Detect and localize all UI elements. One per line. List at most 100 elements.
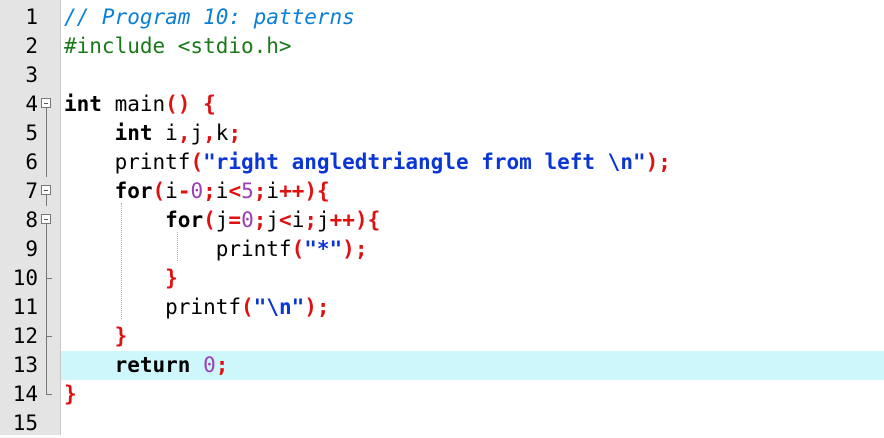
code-text[interactable]: printf("\n"); xyxy=(64,293,330,322)
code-token: = xyxy=(228,208,242,232)
fold-line-marker xyxy=(41,322,53,351)
line-number: 2 xyxy=(25,34,38,58)
code-token: ; xyxy=(228,121,242,145)
code-token: ( xyxy=(241,295,254,319)
code-token: for xyxy=(165,208,204,232)
line-number: 5 xyxy=(25,121,38,145)
code-token: i xyxy=(215,179,229,203)
code-token: j xyxy=(266,208,280,232)
code-text[interactable]: // Program 10: patterns xyxy=(64,3,355,32)
fold-line-marker xyxy=(41,119,53,148)
code-text[interactable]: int main() { xyxy=(64,90,216,119)
line-number: 8 xyxy=(25,208,38,232)
code-line[interactable]: 12 } xyxy=(0,322,884,351)
code-token: ( xyxy=(152,179,166,203)
code-text[interactable]: for(i-0;i<5;i++){ xyxy=(64,177,330,206)
code-text[interactable]: printf("right angledtriangle from left \… xyxy=(64,148,671,177)
code-token: 0 xyxy=(190,179,204,203)
code-token: ( xyxy=(190,150,204,174)
code-token: for xyxy=(114,179,153,203)
code-token: j xyxy=(215,208,229,232)
fold-line-marker xyxy=(41,3,53,32)
code-token: ); xyxy=(304,295,330,319)
code-text[interactable]: return 0; xyxy=(64,351,229,380)
code-text[interactable]: } xyxy=(64,322,128,351)
code-token: - xyxy=(177,179,191,203)
code-token: ); xyxy=(342,237,368,261)
fold-line-marker xyxy=(41,235,53,264)
line-number: 12 xyxy=(12,324,38,348)
code-token: i xyxy=(165,179,178,203)
code-line[interactable]: 3 xyxy=(0,61,884,90)
code-text[interactable]: printf("*"); xyxy=(64,235,368,264)
code-token: "*" xyxy=(304,237,343,261)
code-editor[interactable]: 1 // Program 10: patterns 2 #include <stdio… xyxy=(0,0,884,435)
line-number: 14 xyxy=(12,382,38,406)
code-token: printf xyxy=(64,150,191,174)
code-text[interactable]: } xyxy=(64,380,77,409)
fold-line-marker xyxy=(41,293,53,322)
code-line[interactable]: 14} xyxy=(0,380,884,409)
indent-guide xyxy=(177,232,178,261)
code-line[interactable]: 1 // Program 10: patterns xyxy=(0,3,884,32)
indent-guide xyxy=(121,203,122,319)
line-number: 7 xyxy=(25,179,38,203)
line-number: 4 xyxy=(25,92,38,116)
line-number: 15 xyxy=(12,411,38,435)
code-line[interactable]: 2 #include <stdio.h> xyxy=(0,32,884,61)
code-token: printf xyxy=(64,295,242,319)
fold-line-marker xyxy=(41,264,53,293)
code-token: < xyxy=(228,179,242,203)
code-line[interactable]: 7 for(i-0;i<5;i++){ xyxy=(0,177,884,206)
code-token: 5 xyxy=(241,179,254,203)
fold-line-marker xyxy=(41,380,53,409)
code-token: ; xyxy=(304,208,317,232)
fold-line-marker xyxy=(41,351,53,380)
code-line[interactable]: 6 printf("right angledtriangle from left… xyxy=(0,148,884,177)
fold-line-marker xyxy=(41,148,53,177)
code-token: ( xyxy=(291,237,305,261)
code-line[interactable]: 4 int main() { xyxy=(0,90,884,119)
line-number: 13 xyxy=(12,353,38,377)
code-token: 0 xyxy=(241,208,254,232)
line-number: 3 xyxy=(25,63,38,87)
code-line[interactable]: 8 for(j=0;j<i;j++){ xyxy=(0,206,884,235)
code-token: ; xyxy=(203,179,216,203)
line-number: 9 xyxy=(25,237,38,261)
code-token: ; xyxy=(253,179,267,203)
code-token: , xyxy=(203,121,216,145)
code-text[interactable]: #include <stdio.h> xyxy=(64,32,292,61)
code-token: main xyxy=(101,92,166,116)
code-line[interactable]: 9 printf("*"); xyxy=(0,235,884,264)
code-token: ); xyxy=(645,150,671,174)
code-line[interactable]: 11 printf("\n"); xyxy=(0,293,884,322)
code-text[interactable]: for(j=0;j<i;j++){ xyxy=(64,206,380,235)
fold-toggle-icon[interactable] xyxy=(41,206,53,235)
code-text[interactable]: int i,j,k; xyxy=(64,119,242,148)
code-token: < xyxy=(279,208,292,232)
code-token: ( xyxy=(203,208,216,232)
code-token: // Program 10: patterns xyxy=(64,5,355,29)
line-number: 11 xyxy=(12,295,38,319)
line-number: 6 xyxy=(25,150,38,174)
code-token: "\n" xyxy=(253,295,305,319)
code-token: #include <stdio.h> xyxy=(64,34,292,58)
fold-toggle-icon[interactable] xyxy=(41,177,53,206)
fold-line-marker xyxy=(41,409,53,438)
code-line[interactable]: 10 } xyxy=(0,264,884,293)
code-line[interactable]: 5 int i,j,k; xyxy=(0,119,884,148)
code-token: } xyxy=(114,324,128,348)
code-token: return xyxy=(114,353,191,377)
code-token: 0 xyxy=(203,353,216,377)
code-line[interactable]: 15 xyxy=(0,409,884,438)
code-token: i xyxy=(291,208,305,232)
code-token: "right angledtriangle from left \n" xyxy=(203,150,646,174)
code-token: ; xyxy=(215,353,229,377)
code-token: } xyxy=(64,382,77,406)
code-line[interactable]: 13 return 0; xyxy=(0,351,884,380)
fold-toggle-icon[interactable] xyxy=(41,90,53,119)
